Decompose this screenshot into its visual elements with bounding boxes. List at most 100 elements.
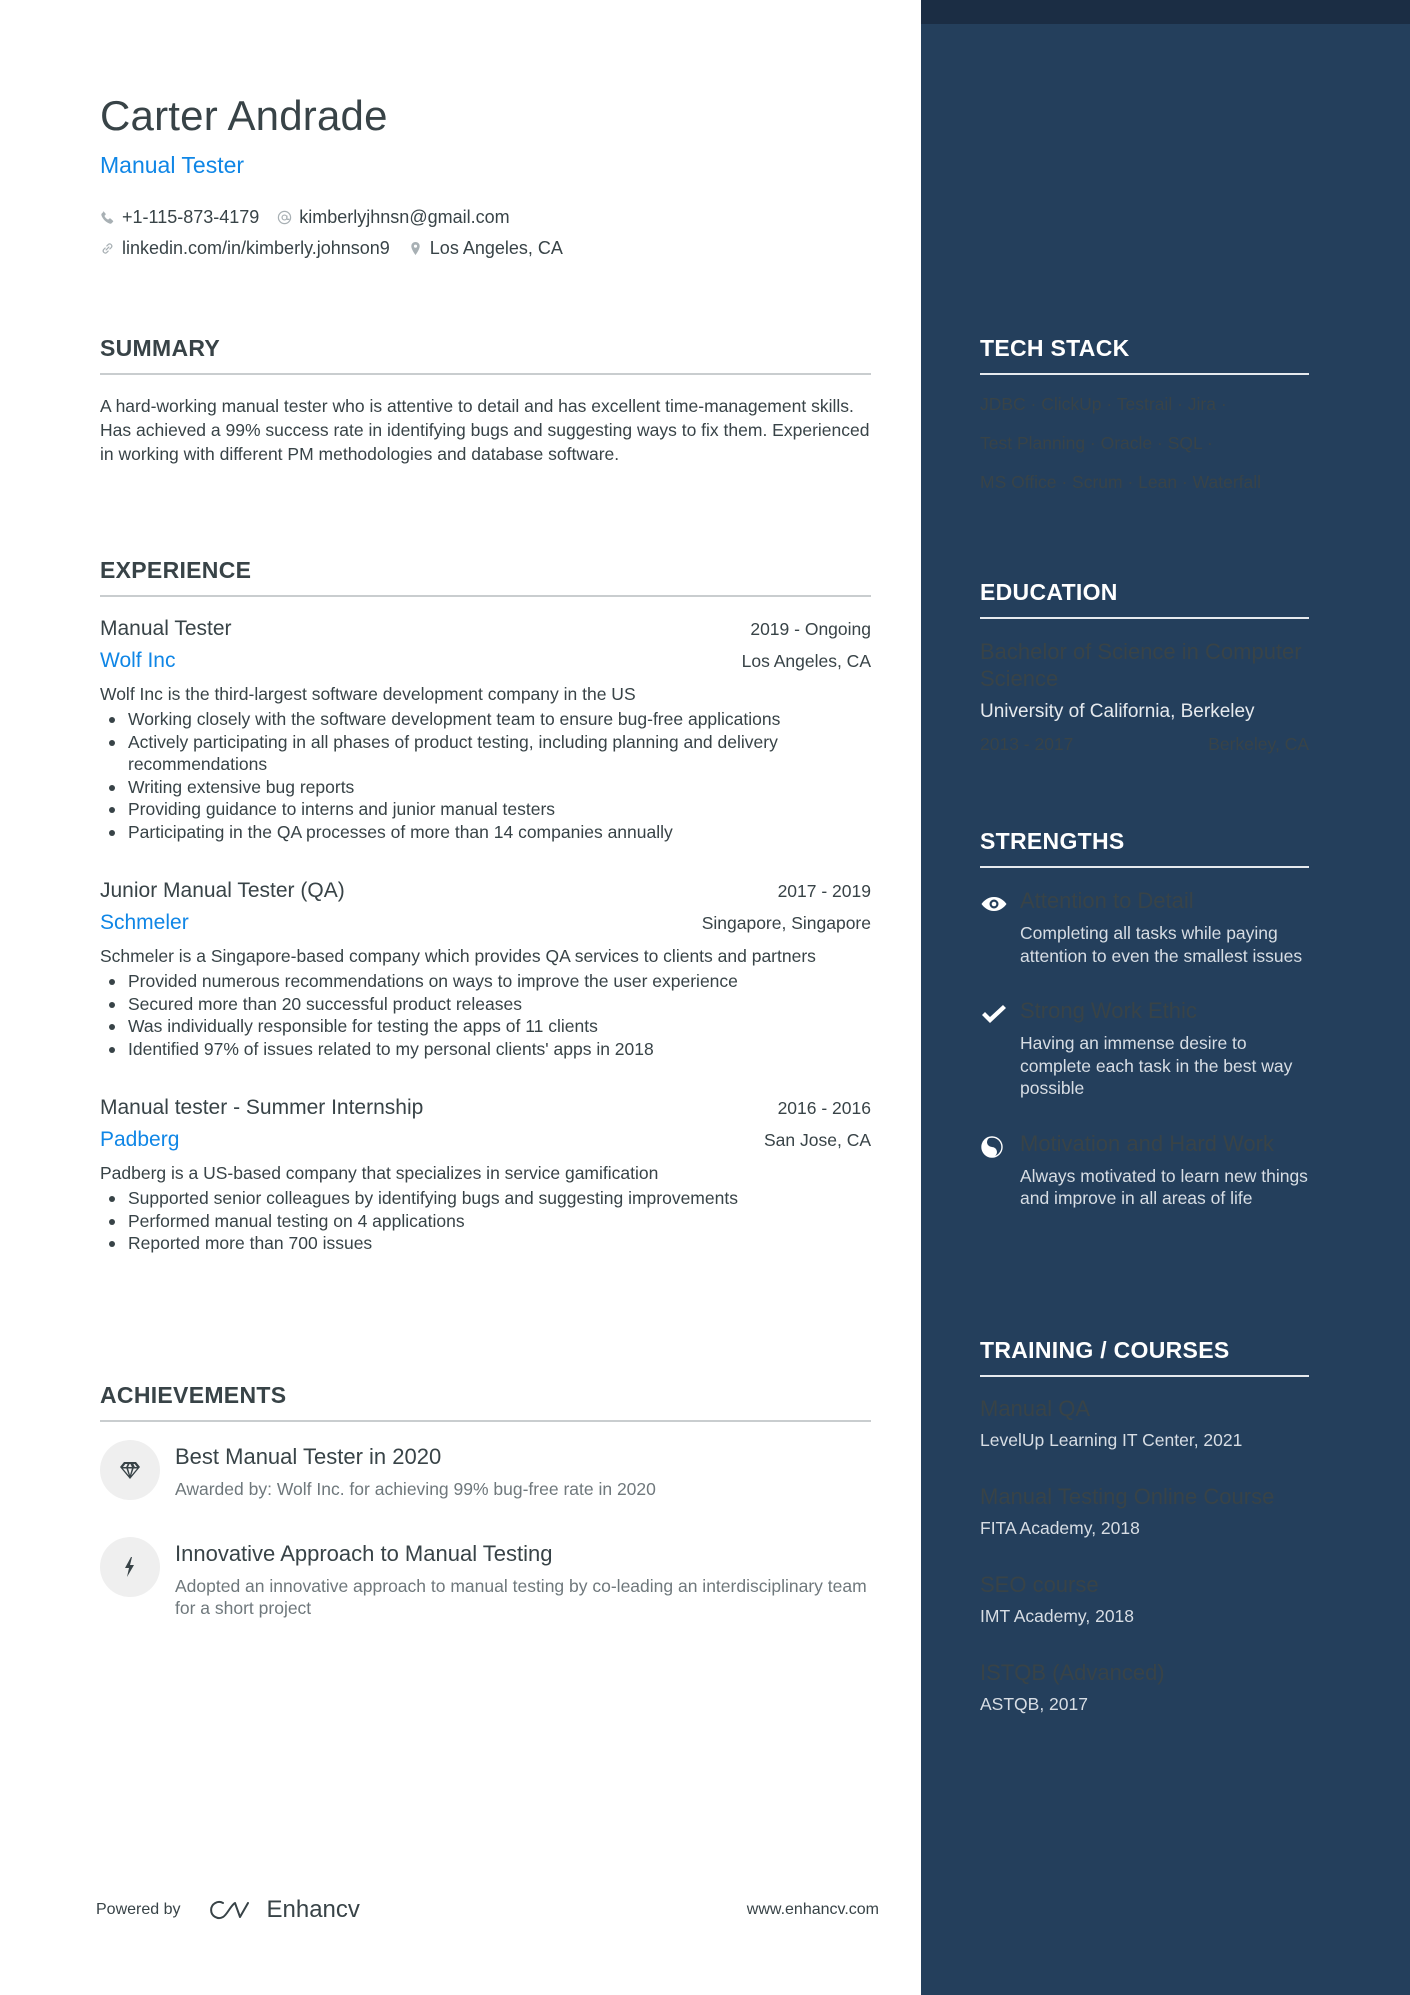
contact-location: Los Angeles, CA (408, 238, 563, 259)
summary-text: A hard-working manual tester who is atte… (100, 396, 870, 464)
strength-description: Having an immense desire to complete eac… (1020, 1033, 1293, 1098)
edu-dates: 2013 - 2017 (980, 734, 1074, 754)
job-entry: Manual tester - Summer Internship 2016 -… (100, 1096, 871, 1255)
lightning-icon (100, 1536, 160, 1597)
achievement-title: Innovative Approach to Manual Testing (175, 1540, 553, 1566)
strength-item: Motivation and Hard Work Always motivate… (980, 1131, 1309, 1210)
section-title: STRENGTHS (980, 828, 1309, 868)
yin-yang-icon (980, 1131, 1020, 1210)
job-company: Wolf Inc (100, 649, 176, 672)
powered-by-label: Powered by (96, 1901, 181, 1918)
phone-text[interactable]: +1-115-873-4179 (122, 207, 259, 228)
course-title: Manual Testing Online Course (980, 1484, 1275, 1509)
course-provider: IMT Academy, 2018 (980, 1606, 1135, 1626)
enhancv-logo-icon (209, 1901, 249, 1919)
contact-linkedin: linkedin.com/in/kimberly.johnson9 (100, 238, 390, 259)
checkmark-icon (980, 998, 1020, 1100)
course-item: ISTQB (Advanced) ASTQB, 2017 (980, 1660, 1309, 1715)
section-title: EXPERIENCE (100, 557, 871, 597)
tech-line: JDBC · ClickUp · Testrail · Jira · (980, 394, 1227, 414)
strength-title: Strong Work Ethic (1020, 998, 1197, 1023)
job-bullet: Providing guidance to interns and junior… (100, 798, 871, 821)
job-dates: 2017 - 2019 (777, 881, 871, 901)
brand-name: Enhancv (266, 1896, 360, 1923)
candidate-name: Carter Andrade (100, 92, 388, 139)
job-bullets: Working closely with the software develo… (100, 708, 871, 843)
education-section: EDUCATION Bachelor of Science in Compute… (980, 579, 1309, 755)
achievements-section: ACHIEVEMENTS Best Manual Tester in 2020 … (100, 1382, 871, 1620)
job-bullet: Working closely with the software develo… (100, 708, 871, 731)
job-description: Wolf Inc is the third-largest software d… (100, 684, 636, 704)
job-location: Singapore, Singapore (701, 913, 871, 933)
strength-item: Attention to Detail Completing all tasks… (980, 888, 1309, 967)
job-title: Junior Manual Tester (QA) (100, 879, 345, 902)
job-company: Padberg (100, 1128, 180, 1151)
job-bullet: Reported more than 700 issues (100, 1232, 871, 1255)
link-icon (100, 241, 122, 256)
strength-title: Attention to Detail (1020, 888, 1194, 913)
strengths-section: STRENGTHS Attention to Detail Completing… (980, 828, 1309, 1210)
section-title: TECH STACK (980, 335, 1309, 375)
job-bullet: Participating in the QA processes of mor… (100, 821, 871, 844)
section-title: ACHIEVEMENTS (100, 1382, 871, 1422)
job-dates: 2019 - Ongoing (750, 619, 871, 639)
job-bullets: Supported senior colleagues by identifyi… (100, 1187, 871, 1255)
course-provider: FITA Academy, 2018 (980, 1518, 1140, 1538)
location-text: Los Angeles, CA (429, 238, 563, 258)
job-location: San Jose, CA (764, 1130, 871, 1150)
strength-item: Strong Work Ethic Having an immense desi… (980, 998, 1309, 1100)
main-column: Carter Andrade Manual Tester +1-115-873-… (0, 0, 921, 1995)
job-bullet: Actively participating in all phases of … (100, 731, 871, 776)
phone-icon (100, 210, 122, 225)
job-entry: Manual Tester 2019 - Ongoing Wolf Inc Lo… (100, 617, 871, 843)
contact-phone: +1-115-873-4179 (100, 207, 259, 228)
experience-section: EXPERIENCE Manual Tester 2019 - Ongoing … (100, 557, 871, 1255)
edu-location: Berkeley, CA (1208, 734, 1309, 754)
course-item: Manual Testing Online Course FITA Academ… (980, 1484, 1309, 1539)
course-item: SEO course IMT Academy, 2018 (980, 1572, 1309, 1627)
job-description: Schmeler is a Singapore-based company wh… (100, 946, 816, 966)
job-bullet: Was individually responsible for testing… (100, 1015, 871, 1038)
sidebar-top-strip (921, 0, 1410, 24)
achievement-description: Adopted an innovative approach to manual… (175, 1575, 867, 1619)
diamond-icon (100, 1440, 160, 1500)
course-title: ISTQB (Advanced) (980, 1660, 1165, 1685)
achievement-description: Awarded by: Wolf Inc. for achieving 99% … (175, 1479, 656, 1499)
job-bullet: Supported senior colleagues by identifyi… (100, 1187, 871, 1210)
section-title: TRAINING / COURSES (980, 1337, 1309, 1377)
job-location: Los Angeles, CA (741, 651, 871, 671)
tech-line: Test Planning · Oracle · SQL · (980, 433, 1213, 453)
footer: Powered by Enhancv www.enhancv.com (96, 1895, 879, 1925)
job-dates: 2016 - 2016 (777, 1098, 871, 1118)
enhancv-logo[interactable]: Enhancv (209, 1896, 360, 1924)
tech-line: MS Office · Scrum · Lean · Waterfall (980, 472, 1262, 492)
course-provider: ASTQB, 2017 (980, 1694, 1088, 1714)
linkedin-link[interactable]: linkedin.com/in/kimberly.johnson9 (122, 238, 390, 259)
achievement-title: Best Manual Tester in 2020 (175, 1444, 442, 1469)
job-entry: Junior Manual Tester (QA) 2017 - 2019 Sc… (100, 879, 871, 1060)
contact-email: kimberlyjhnsn@gmail.com (277, 207, 510, 228)
location-pin-icon (408, 241, 430, 256)
course-provider: LevelUp Learning IT Center, 2021 (980, 1430, 1243, 1450)
contact-info: +1-115-873-4179 kimberlyjhnsn@gmail.com … (100, 202, 581, 264)
job-title: Manual Tester (100, 617, 232, 640)
job-bullet: Provided numerous recommendations on way… (100, 970, 871, 993)
section-title: EDUCATION (980, 579, 1309, 619)
course-item: Manual QA LevelUp Learning IT Center, 20… (980, 1396, 1309, 1451)
email-link[interactable]: kimberlyjhnsn@gmail.com (299, 207, 509, 228)
site-link[interactable]: www.enhancv.com (747, 1901, 879, 1919)
training-section: TRAINING / COURSES Manual QA LevelUp Lea… (980, 1337, 1309, 1715)
edu-school: University of California, Berkeley (980, 701, 1255, 722)
job-title: Manual tester - Summer Internship (100, 1096, 424, 1119)
achievement-item: Best Manual Tester in 2020 Awarded by: W… (100, 1440, 871, 1501)
at-icon (277, 210, 299, 225)
strength-description: Completing all tasks while paying attent… (1020, 923, 1303, 966)
summary-section: SUMMARY A hard-working manual tester who… (100, 335, 871, 466)
achievement-item: Innovative Approach to Manual Testing Ad… (100, 1536, 871, 1620)
job-bullet: Writing extensive bug reports (100, 776, 871, 799)
strength-title: Motivation and Hard Work (1020, 1130, 1274, 1156)
edu-degree: Bachelor of Science in Computer Science (980, 639, 1302, 691)
job-company: Schmeler (100, 911, 189, 934)
job-description: Padberg is a US-based company that speci… (100, 1163, 659, 1183)
job-bullet: Performed manual testing on 4 applicatio… (100, 1210, 871, 1233)
